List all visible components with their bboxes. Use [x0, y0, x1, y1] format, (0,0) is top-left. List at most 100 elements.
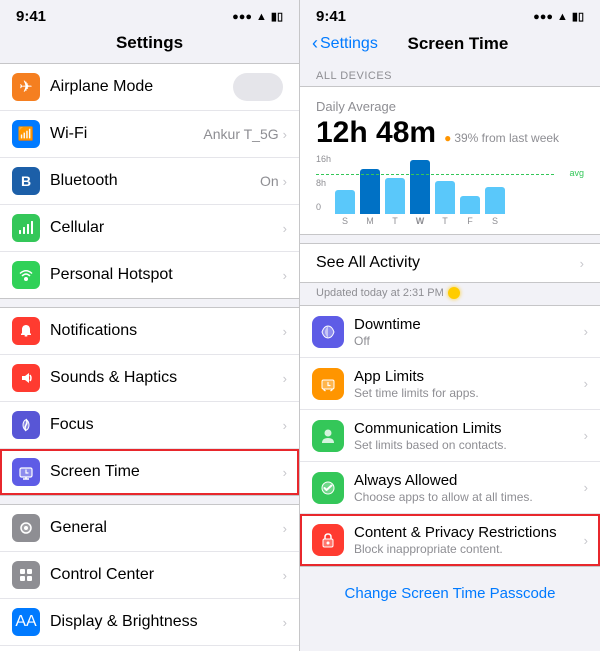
bar-S1: S [335, 190, 355, 226]
control-center-chevron-icon: › [283, 568, 287, 583]
comm-limits-sublabel: Set limits based on contacts. [354, 438, 580, 452]
control-center-item[interactable]: Control Center › [0, 552, 299, 599]
display-label: Display & Brightness [50, 613, 279, 631]
back-button[interactable]: ‹ Settings [312, 33, 378, 54]
status-bar-left: 9:41 ●●● ▲ ▮▯ [0, 0, 299, 29]
general-section: General › Control Center › AA Di [0, 504, 299, 651]
app-limits-item[interactable]: App Limits Set time limits for apps. › [300, 358, 600, 410]
screen-time-label: Screen Time [50, 463, 279, 481]
back-chevron-icon: ‹ [312, 33, 318, 54]
right-panel: 9:41 ●●● ▲ ▮▯ ‹ Settings Screen Time ALL… [300, 0, 600, 651]
control-center-icon [12, 561, 40, 589]
content-privacy-item[interactable]: Content & Privacy Restrictions Block ina… [300, 514, 600, 566]
wifi-item[interactable]: 📶 Wi-Fi Ankur T_5G › [0, 111, 299, 158]
focus-icon [12, 411, 40, 439]
always-allowed-item[interactable]: Always Allowed Choose apps to allow at a… [300, 462, 600, 514]
app-limits-icon [312, 368, 344, 400]
comm-limits-item[interactable]: Communication Limits Set limits based on… [300, 410, 600, 462]
sounds-item[interactable]: Sounds & Haptics › [0, 355, 299, 402]
general-icon [12, 514, 40, 542]
downtime-chevron-icon: › [584, 324, 588, 339]
bluetooth-chevron-icon: › [283, 174, 287, 189]
bar-S1-fill [335, 190, 355, 214]
hotspot-item[interactable]: Personal Hotspot › [0, 252, 299, 298]
time-right: 9:41 [316, 8, 346, 25]
downtime-item[interactable]: Downtime Off › [300, 306, 600, 358]
updated-label: Updated today at 2:31 PM [316, 287, 444, 299]
status-icons-right: ●●● ▲ ▮▯ [533, 10, 584, 23]
always-allowed-chevron-icon: › [584, 480, 588, 495]
wifi-label: Wi-Fi [50, 125, 203, 143]
wifi-icon: ▲ [256, 11, 267, 23]
notifications-label: Notifications [50, 322, 279, 340]
bar-W-fill [410, 160, 430, 214]
sounds-chevron-icon: › [283, 371, 287, 386]
screen-time-nav-title: Screen Time [378, 34, 538, 54]
bar-T1: T [385, 178, 405, 226]
comm-limits-icon [312, 420, 344, 452]
screen-time-chevron-icon: › [283, 465, 287, 480]
display-chevron-icon: › [283, 615, 287, 630]
display-icon: AA [12, 608, 40, 636]
chart-bars: 16h 8h 0 S M [316, 154, 584, 226]
home-screen-item[interactable]: Home Screen › [0, 646, 299, 651]
airplane-mode-item[interactable]: ✈ Airplane Mode [0, 64, 299, 111]
bar-T1-fill [385, 178, 405, 214]
cellular-label: Cellular [50, 219, 279, 237]
bar-T1-label: T [392, 216, 398, 226]
downtime-icon [312, 316, 344, 348]
airplane-mode-toggle[interactable] [233, 73, 283, 101]
bar-S2: S [485, 187, 505, 226]
general-label: General [50, 519, 279, 537]
see-all-label: See All Activity [316, 254, 420, 272]
focus-item[interactable]: Focus › [0, 402, 299, 449]
status-icons-left: ●●● ▲ ▮▯ [232, 10, 283, 23]
notifications-item[interactable]: Notifications › [0, 308, 299, 355]
always-allowed-icon [312, 472, 344, 504]
bluetooth-value: On [260, 173, 279, 189]
bar-W: W [410, 160, 430, 226]
airplane-mode-label: Airplane Mode [50, 78, 233, 96]
battery-icon-right: ▮▯ [572, 10, 584, 23]
control-center-label: Control Center [50, 566, 279, 584]
sounds-icon [12, 364, 40, 392]
wifi-chevron-icon: › [283, 127, 287, 142]
see-all-activity[interactable]: See All Activity › [300, 243, 600, 283]
downtime-label: Downtime [354, 316, 580, 333]
y-16h: 16h [316, 154, 331, 164]
screen-time-item[interactable]: Screen Time › [0, 449, 299, 495]
content-privacy-chevron-icon: › [584, 533, 588, 548]
time-left: 9:41 [16, 8, 46, 25]
sun-icon [448, 287, 460, 299]
wifi-icon-right: ▲ [557, 11, 568, 23]
cellular-chevron-icon: › [283, 221, 287, 236]
change-value: 39% from last week [454, 131, 559, 145]
sounds-label: Sounds & Haptics [50, 369, 279, 387]
display-item[interactable]: AA Display & Brightness › [0, 599, 299, 646]
status-bar-right: 9:41 ●●● ▲ ▮▯ [300, 0, 600, 29]
content-privacy-sublabel: Block inappropriate content. [354, 542, 580, 556]
y-axis: 16h 8h 0 [316, 154, 331, 226]
change-passcode-button[interactable]: Change Screen Time Passcode [300, 575, 600, 612]
daily-avg-change: ● 39% from last week [444, 131, 559, 145]
screen-time-options: Downtime Off › App Limits Set [300, 305, 600, 567]
see-all-chevron-icon: › [580, 256, 584, 271]
hotspot-chevron-icon: › [283, 268, 287, 283]
bar-M: M [360, 169, 380, 226]
always-allowed-sublabel: Choose apps to allow at all times. [354, 490, 580, 504]
bar-T2: T [435, 181, 455, 226]
content-privacy-icon [312, 524, 344, 556]
bluetooth-item[interactable]: B Bluetooth On › [0, 158, 299, 205]
updated-text: Updated today at 2:31 PM [300, 283, 600, 305]
system-section: Notifications › Sounds & Haptics › [0, 307, 299, 496]
nav-bar: ‹ Settings Screen Time [300, 29, 600, 62]
general-item[interactable]: General › [0, 505, 299, 552]
avg-label: avg [569, 168, 584, 178]
bar-W-label: W [416, 216, 425, 226]
daily-avg-card: Daily Average 12h 48m ● 39% from last we… [300, 86, 600, 235]
cellular-item[interactable]: Cellular › [0, 205, 299, 252]
usage-chart: avg 16h 8h 0 S [316, 154, 584, 226]
bar-M-label: M [366, 216, 374, 226]
bar-S2-fill [485, 187, 505, 214]
focus-chevron-icon: › [283, 418, 287, 433]
